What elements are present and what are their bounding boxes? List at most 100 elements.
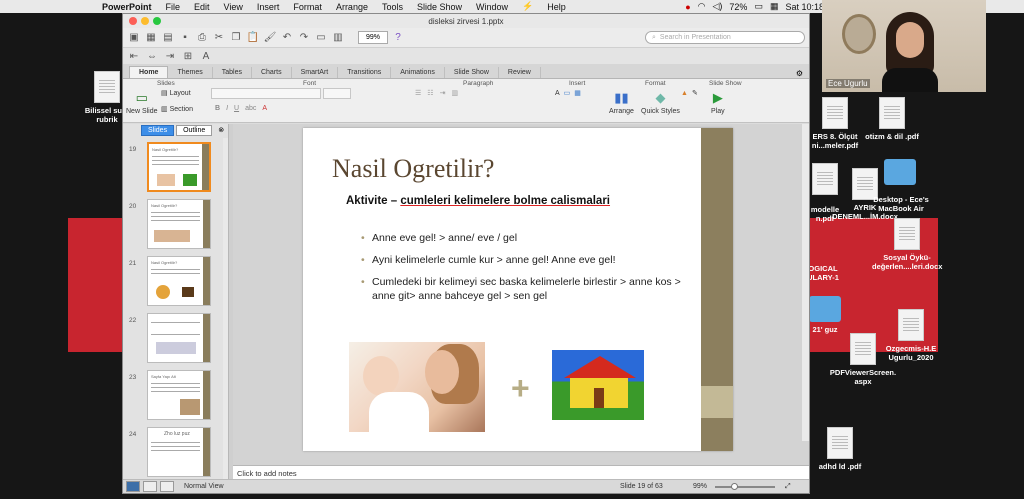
plus-sign[interactable]: + xyxy=(511,370,530,407)
gallery-icon[interactable]: ▣ xyxy=(127,31,141,45)
sidebar-toggle-icon[interactable]: ▥ xyxy=(331,31,345,45)
menu-edit[interactable]: Edit xyxy=(194,2,210,12)
text-direction-icon[interactable]: A xyxy=(199,49,213,63)
menu-window[interactable]: Window xyxy=(476,2,508,12)
tab-slideshow[interactable]: Slide Show xyxy=(445,67,499,78)
help-icon[interactable]: ? xyxy=(391,31,405,45)
align-left-icon[interactable]: ⇤ xyxy=(127,49,141,63)
menu-tools[interactable]: Tools xyxy=(382,2,403,12)
align-center-icon[interactable]: ⇔ xyxy=(145,49,159,63)
underline-button[interactable]: U xyxy=(234,105,239,112)
slide-icon[interactable]: ▭ xyxy=(314,31,328,45)
desktop-file-otizm[interactable]: otizm & dil .pdf xyxy=(857,97,927,141)
desktop-file-sosyal-oyku[interactable]: Sosyal Öykü- değerlen....leri.docx xyxy=(872,218,942,271)
font-name-box[interactable] xyxy=(211,88,321,99)
tab-transitions[interactable]: Transitions xyxy=(338,67,392,78)
menu-arrange[interactable]: Arrange xyxy=(336,2,368,12)
indent-icon[interactable]: ⇥ xyxy=(440,89,446,97)
arrange-button[interactable]: ▮▮ Arrange xyxy=(609,90,634,115)
quick-styles-button[interactable]: ◆ Quick Styles xyxy=(641,90,680,115)
fit-window-icon[interactable]: ⤢ xyxy=(785,483,791,491)
slide-canvas[interactable]: Nasil Ogretilir? Aktivite – cumleleri ke… xyxy=(303,128,733,451)
layout-button[interactable]: ▤ Layout xyxy=(161,89,191,98)
play-button[interactable]: ▶ Play xyxy=(711,90,725,115)
search-presentation-input[interactable]: ⌕ Search in Presentation xyxy=(645,31,805,44)
desktop-alias-macbook[interactable]: Desktop - Ece's MacBook Air xyxy=(866,195,936,213)
font-size-box[interactable] xyxy=(323,88,351,99)
menu-help[interactable]: Help xyxy=(547,2,566,12)
volume-icon[interactable]: ◁) xyxy=(713,1,723,12)
picture-icon[interactable]: ▦ xyxy=(574,89,581,97)
thumbnail-scrollbar[interactable] xyxy=(223,138,228,479)
slide-subtitle[interactable]: Aktivite – cumleleri kelimelere bolme ca… xyxy=(346,195,610,207)
tab-outline[interactable]: Outline xyxy=(176,124,213,136)
format-painter-icon[interactable]: 🖌 xyxy=(263,31,277,45)
slide-thumbnail-23[interactable]: 23 Sayfa Yapı Alt xyxy=(123,370,223,422)
tab-charts[interactable]: Charts xyxy=(252,67,292,78)
clock[interactable]: Sat 10:18 xyxy=(785,2,824,12)
menu-insert[interactable]: Insert xyxy=(257,2,280,12)
slide-sorter-button[interactable] xyxy=(143,481,157,492)
open-icon[interactable]: ▤ xyxy=(161,31,175,45)
menu-format[interactable]: Format xyxy=(293,2,322,12)
fill-icon[interactable]: ▲ xyxy=(681,90,688,97)
bold-button[interactable]: B xyxy=(215,105,220,112)
strikethrough-button[interactable]: abc xyxy=(245,105,256,112)
redo-icon[interactable]: ↷ xyxy=(297,31,311,45)
house-image[interactable] xyxy=(552,350,644,420)
save-icon[interactable]: ▪ xyxy=(178,31,192,45)
slide-bullet-list[interactable]: Anne eve gel! > anne/ eve / gel Ayni kel… xyxy=(361,231,681,311)
slide-scrollbar[interactable] xyxy=(802,124,809,441)
line-icon[interactable]: ✎ xyxy=(692,89,698,97)
mother-baby-image[interactable] xyxy=(349,342,485,432)
shape-icon[interactable]: ▭ xyxy=(564,89,571,97)
wifi-icon[interactable]: ◠ xyxy=(698,1,706,12)
zoom-field[interactable]: 99% xyxy=(358,31,388,44)
italic-button[interactable]: I xyxy=(226,105,228,112)
new-icon[interactable]: ▦ xyxy=(144,31,158,45)
flag-icon[interactable]: ▦ xyxy=(770,1,779,12)
copy-icon[interactable]: ❐ xyxy=(229,31,243,45)
tab-home[interactable]: Home xyxy=(129,66,169,78)
close-panel-icon[interactable]: ⊗ xyxy=(218,126,224,134)
notes-pane[interactable]: Click to add notes xyxy=(233,465,809,479)
slide-thumbnail-24[interactable]: 24 Zho luz puz xyxy=(123,427,223,479)
slide-thumbnail-21[interactable]: 21 Nasil Ogretilir? xyxy=(123,256,223,308)
tab-animations[interactable]: Animations xyxy=(391,67,445,78)
numbering-icon[interactable]: ☷ xyxy=(427,89,433,97)
paste-icon[interactable]: 📋 xyxy=(246,31,260,45)
slide-thumbnail-19[interactable]: 19 Nasil Ogretilir? xyxy=(123,142,223,194)
slide-thumbnail-22[interactable]: 22 xyxy=(123,313,223,365)
cut-icon[interactable]: ✂ xyxy=(212,31,226,45)
menu-view[interactable]: View xyxy=(224,2,243,12)
menu-slideshow[interactable]: Slide Show xyxy=(417,2,462,12)
tab-tables[interactable]: Tables xyxy=(213,67,252,78)
text-box-icon[interactable]: A xyxy=(555,90,560,97)
notes-view-button[interactable] xyxy=(160,481,174,492)
slide-title[interactable]: Nasil Ogretilir? xyxy=(332,154,494,184)
font-color-button[interactable]: A xyxy=(262,105,267,112)
slide-thumbnail-20[interactable]: 20 Nasil Ogretilir? xyxy=(123,199,223,251)
tab-themes[interactable]: Themes xyxy=(168,67,213,78)
print-icon[interactable]: ⎙ xyxy=(195,31,209,45)
distribute-icon[interactable]: ⇥ xyxy=(163,49,177,63)
desktop-file-adhd[interactable]: adhd ld .pdf xyxy=(805,427,875,471)
tab-smartart[interactable]: SmartArt xyxy=(292,67,339,78)
battery-percent[interactable]: 72% xyxy=(729,2,747,12)
tab-slides[interactable]: Slides xyxy=(141,124,175,136)
bullets-icon[interactable]: ☰ xyxy=(415,89,421,97)
new-slide-button[interactable]: ▭ New Slide xyxy=(126,90,158,115)
ribbon-options-icon[interactable]: ⚙ xyxy=(796,69,803,78)
undo-icon[interactable]: ↶ xyxy=(280,31,294,45)
zoom-slider-handle[interactable] xyxy=(731,483,738,490)
menu-app-name[interactable]: PowerPoint xyxy=(102,2,152,12)
section-button[interactable]: ▥ Section xyxy=(161,105,193,114)
record-icon[interactable]: ● xyxy=(685,2,690,12)
desktop-file-pdfviewer[interactable]: PDFViewerScreen. aspx xyxy=(828,333,898,386)
menu-file[interactable]: File xyxy=(166,2,181,12)
normal-view-button[interactable] xyxy=(126,481,140,492)
zoom-slider-track[interactable] xyxy=(715,486,775,488)
group-icon[interactable]: ⊞ xyxy=(181,49,195,63)
script-icon[interactable]: ⚡ xyxy=(522,1,533,12)
tab-review[interactable]: Review xyxy=(499,67,541,78)
